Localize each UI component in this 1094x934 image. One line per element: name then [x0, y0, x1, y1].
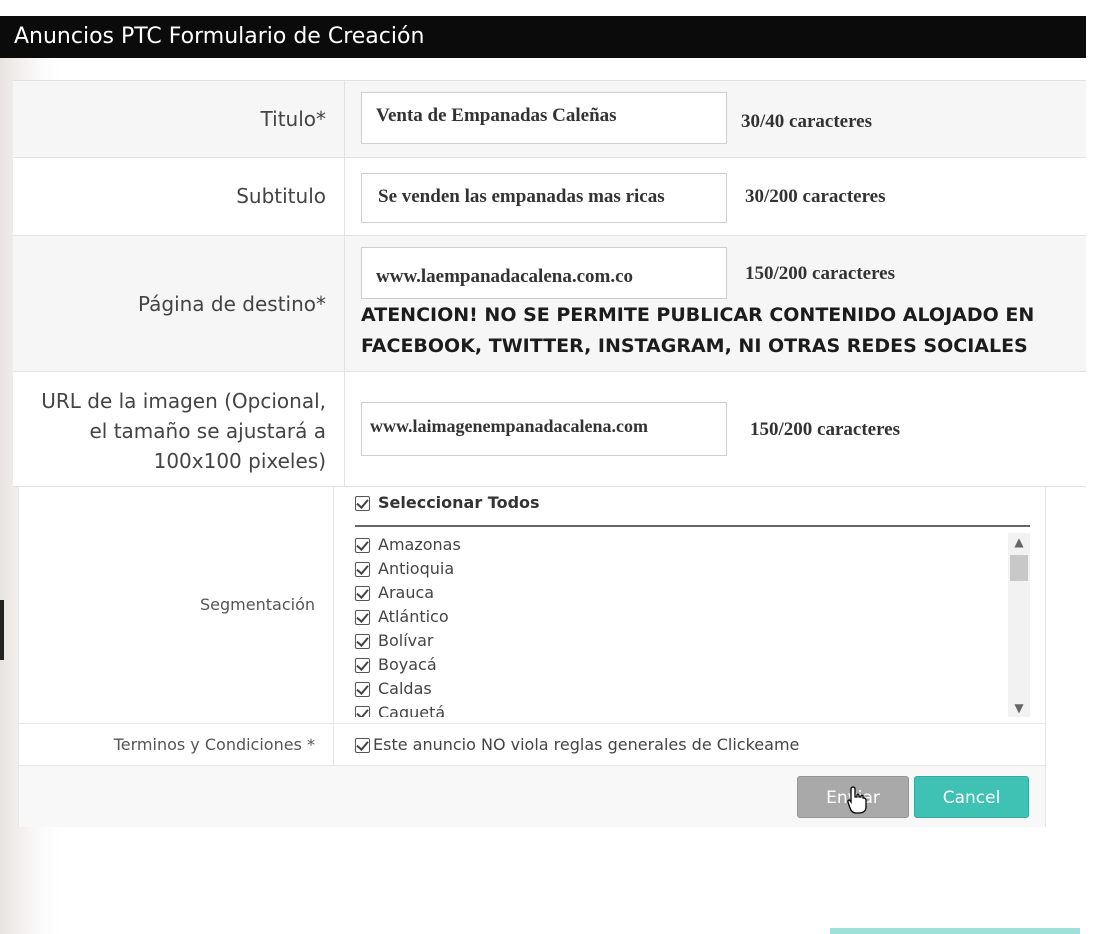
region-label: Amazonas	[378, 535, 461, 554]
region-item[interactable]: Arauca	[355, 581, 1030, 605]
region-label: Boyacá	[378, 655, 437, 674]
checkbox-checked-icon	[355, 610, 370, 625]
segmentation-label: Segmentación	[19, 487, 334, 723]
region-item[interactable]: Atlántico	[355, 605, 1030, 629]
select-all-label: Seleccionar Todos	[378, 493, 540, 512]
region-list[interactable]: Amazonas Antioquia Arauca Atlántico Bolí…	[355, 533, 1030, 717]
checkbox-checked-icon	[355, 706, 370, 717]
warning-line-2: FACEBOOK, TWITTER, INSTAGRAM, NI OTRAS R…	[361, 335, 1028, 357]
social-network-warning: ATENCION! NO SE PERMITE PUBLICAR CONTENI…	[361, 300, 1061, 362]
image-url-input[interactable]: www.laimagenempanadacalena.com	[361, 402, 727, 456]
title-counter: 30/40 caracteres	[741, 111, 873, 132]
checkbox-checked-icon	[355, 586, 370, 601]
background-edge	[0, 600, 4, 660]
region-item[interactable]: Bolívar	[355, 629, 1030, 653]
destination-row: Página de destino* www.laempanadacalena.…	[13, 236, 1086, 372]
region-item[interactable]: Antioquia	[355, 557, 1030, 581]
region-label: Antioquia	[378, 559, 455, 578]
region-label: Caldas	[378, 679, 432, 698]
region-label: Arauca	[378, 583, 435, 602]
destination-label: Página de destino*	[13, 236, 345, 371]
segmentation-panel: Segmentación Seleccionar Todos Amazonas …	[18, 487, 1046, 827]
image-url-counter: 150/200 caracteres	[750, 419, 901, 440]
destination-input[interactable]: www.laempanadacalena.com.co	[361, 247, 727, 299]
subtitle-row: Subtitulo Se venden las empanadas mas ri…	[13, 158, 1086, 236]
checkbox-checked-icon	[355, 738, 370, 753]
image-url-row: URL de la imagen (Opcional, el tamaño se…	[13, 372, 1086, 487]
region-label: Atlántico	[378, 607, 449, 626]
modal-title: Anuncios PTC Formulario de Creación	[0, 16, 1086, 58]
form-actions: Enviar Cancel	[19, 765, 1045, 827]
subtitle-input[interactable]: Se venden las empanadas mas ricas	[361, 173, 727, 223]
region-label: Caquetá	[378, 703, 446, 717]
region-item[interactable]: Caquetá	[355, 701, 1030, 717]
image-url-label-line-2: el tamaño se ajustará a	[89, 419, 326, 443]
subtitle-counter: 30/200 caracteres	[745, 186, 886, 207]
title-input[interactable]: Venta de Empanadas Caleñas	[361, 92, 727, 144]
terms-row: Terminos y Condiciones * Este anuncio NO…	[19, 723, 1045, 766]
region-item[interactable]: Amazonas	[355, 533, 1030, 557]
select-all-checkbox[interactable]: Seleccionar Todos	[355, 493, 1030, 527]
destination-counter: 150/200 caracteres	[745, 263, 896, 284]
checkbox-checked-icon	[355, 562, 370, 577]
chevron-down-icon[interactable]: ▼	[1008, 699, 1030, 717]
subtitle-label: Subtitulo	[13, 158, 345, 235]
image-url-label-line-3: 100x100 pixeles)	[153, 449, 326, 473]
warning-line-1: ATENCION! NO SE PERMITE PUBLICAR CONTENI…	[361, 304, 1035, 326]
scrollbar-thumb[interactable]	[1010, 555, 1028, 581]
region-list-scrollbar[interactable]: ▲ ▼	[1008, 533, 1030, 717]
checkbox-checked-icon	[355, 682, 370, 697]
terms-label: Terminos y Condiciones *	[19, 724, 334, 766]
terms-text: Este anuncio NO viola reglas generales d…	[373, 735, 800, 754]
checkbox-checked-icon	[355, 538, 370, 553]
checkbox-checked-icon	[355, 634, 370, 649]
terms-checkbox[interactable]: Este anuncio NO viola reglas generales d…	[355, 724, 799, 766]
title-label: Titulo*	[13, 81, 345, 157]
checkbox-checked-icon	[355, 658, 370, 673]
checkbox-checked-icon	[355, 496, 370, 511]
hand-cursor-icon	[847, 786, 867, 814]
cancel-button[interactable]: Cancel	[914, 776, 1029, 818]
image-url-label-line-1: URL de la imagen (Opcional,	[41, 389, 326, 413]
background-button-edge	[830, 928, 1080, 934]
title-row: Titulo* Venta de Empanadas Caleñas 30/40…	[13, 80, 1086, 158]
region-item[interactable]: Boyacá	[355, 653, 1030, 677]
chevron-up-icon[interactable]: ▲	[1008, 533, 1030, 551]
region-item[interactable]: Caldas	[355, 677, 1030, 701]
image-url-label: URL de la imagen (Opcional, el tamaño se…	[13, 372, 345, 486]
region-label: Bolívar	[378, 631, 434, 650]
